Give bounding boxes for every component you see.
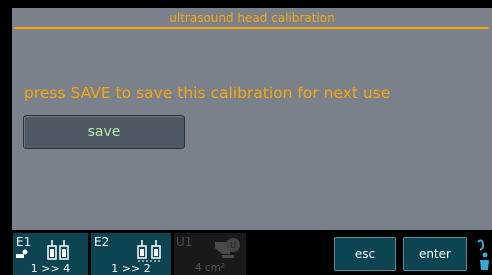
channel-e1[interactable]: E1 1 >> 4 [13,233,88,275]
electrode-pair-icon [47,240,69,260]
channel-e2-label: E2 [94,235,110,249]
svg-text:U: U [230,241,236,250]
electrode-icon [16,249,28,258]
channel-u1-label: U1 [176,235,193,249]
channel-u1[interactable]: U1 U 4 cm² [174,233,246,275]
calibration-panel: ultrasound head calibration press SAVE t… [12,8,492,230]
channel-e1-label: E1 [16,235,32,249]
title-divider [14,27,489,29]
device-screen: ultrasound head calibration press SAVE t… [0,0,492,275]
instruction-message: press SAVE to save this calibration for … [24,84,391,102]
save-button[interactable]: save [23,115,185,149]
esc-button[interactable]: esc [334,237,396,271]
ultrasound-head-icon: U [215,238,240,258]
channel-e1-ratio: 1 >> 4 [30,262,71,275]
channel-e2-ratio: 1 >> 2 [111,262,151,275]
channel-e2[interactable]: E2 1 >> 2 [91,233,171,275]
person-icon [477,239,489,270]
electrode-pair-icon [137,240,161,262]
page-title: ultrasound head calibration [169,11,335,25]
enter-button[interactable]: enter [403,237,467,271]
channel-u1-area: 4 cm² [194,262,226,274]
